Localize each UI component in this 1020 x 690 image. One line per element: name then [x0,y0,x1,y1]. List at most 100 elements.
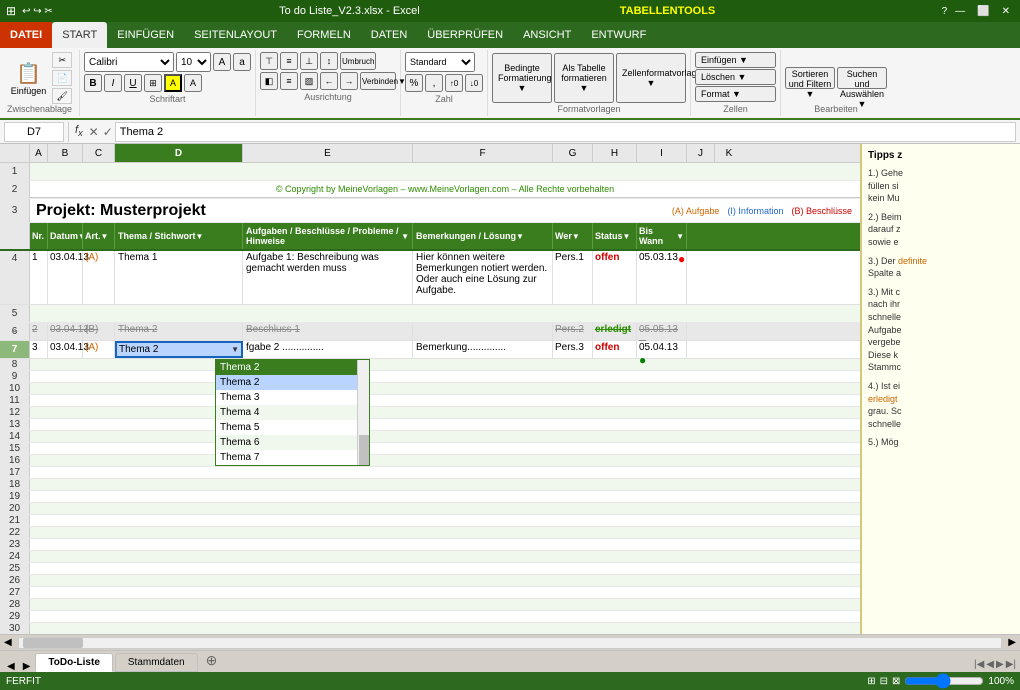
row-num-3: 3 [0,199,30,222]
text-direction-button[interactable]: ↕ [320,52,338,70]
decimal-increase-button[interactable]: ↑0 [445,74,463,92]
empty-rows: 8 9 10 11 12 13 14 15 16 17 18 19 20 21 … [0,359,860,634]
indent-left-button[interactable]: ← [320,72,338,90]
col-header-b[interactable]: B [48,144,83,162]
sheet-scroll-left[interactable]: ◀ [4,661,18,672]
decimal-decrease-button[interactable]: ↓0 [465,74,483,92]
tab-ueberpruefen[interactable]: ÜBERPRÜFEN [417,22,513,48]
tab-entwurf[interactable]: ENTWURF [581,22,656,48]
scroll-left-icon[interactable]: ◀ [0,637,16,648]
einfuegen-button[interactable]: 📋 Einfügen [7,59,51,98]
dropdown-item-thema3[interactable]: Thema 3 [216,390,369,405]
cell-reference-input[interactable] [4,122,64,142]
align-center-button[interactable]: ≡ [280,72,298,90]
align-right-button[interactable]: ▨ [300,72,318,90]
dropdown-item-thema2a[interactable]: Thema 2 [216,360,369,375]
font-selector[interactable]: Calibri [84,52,174,72]
close-button[interactable]: ✕ [998,6,1014,17]
add-sheet-button[interactable]: ⊕ [200,649,224,672]
group-ausrichtung: ⊤ ≡ ⊥ ↕ Umbruch ◧ ≡ ▨ ← → Verbinden▼ Aus… [256,50,401,116]
col-header-c[interactable]: C [83,144,115,162]
italic-button[interactable]: I [104,74,122,92]
tab-seitenlayout[interactable]: SEITENLAYOUT [184,22,287,48]
view-break-icon[interactable]: ⊠ [892,676,900,687]
einfuegen-zellen-button[interactable]: Einfügen ▼ [695,52,776,68]
minimize-button[interactable]: — [951,6,969,17]
view-layout-icon[interactable]: ⊟ [880,676,888,687]
align-bottom-button[interactable]: ⊥ [300,52,318,70]
border-button[interactable]: ⊞ [144,74,162,92]
th-wer: Wer ▼ [553,223,593,249]
maximize-button[interactable]: ⬜ [973,6,993,17]
tab-formeln[interactable]: FORMELN [287,22,361,48]
increase-font-button[interactable]: A [213,53,231,71]
formula-input[interactable] [115,122,1016,142]
wrap-text-button[interactable]: Umbruch [340,52,376,70]
confirm-formula-icon[interactable]: ✓ [103,125,113,139]
dropdown-item-thema4[interactable]: Thema 4 [216,405,369,420]
col-header-d[interactable]: D [115,144,243,162]
th-status: Status ▼ [593,223,637,249]
ribbon-body: 📋 Einfügen ✂ 📄 🖌 Zwischenablage Calibri … [0,48,1020,120]
function-icon: fx [75,124,83,138]
cancel-formula-icon[interactable]: ✕ [89,125,99,139]
sheet-scroll-right[interactable]: ▶ [20,661,34,672]
align-left-button[interactable]: ◧ [260,72,278,90]
indent-right-button[interactable]: → [340,72,358,90]
corner-cell [0,144,30,162]
col-header-f[interactable]: F [413,144,553,162]
tab-datei[interactable]: DATEI [0,22,52,48]
decrease-font-button[interactable]: a [233,53,251,71]
dropdown-item-thema2b[interactable]: Thema 2 [216,375,369,390]
dropdown-arrow-icon[interactable]: ▼ [231,345,239,354]
col-header-j[interactable]: J [687,144,715,162]
bedingte-formatierung-button[interactable]: Bedingte Formatierung ▼ [492,53,552,103]
dropdown-item-thema7[interactable]: Thema 7 [216,450,369,465]
tab-daten[interactable]: DATEN [361,22,417,48]
dropdown-item-thema5[interactable]: Thema 5 [216,420,369,435]
als-tabelle-button[interactable]: Als Tabelle formatieren ▼ [554,53,614,103]
kopieren-button[interactable]: 📄 [52,70,72,86]
dropdown-item-thema6[interactable]: Thema 6 [216,435,369,450]
merge-button[interactable]: Verbinden▼ [360,72,396,90]
cell-d7-selected[interactable]: Thema 2 ▼ [115,341,243,358]
align-middle-button[interactable]: ≡ [280,52,298,70]
dropdown-scrollbar[interactable] [357,360,369,465]
sortieren-filtern-button[interactable]: Sortieren und Filtern ▼ [785,67,835,89]
scroll-right-icon[interactable]: ▶ [1004,637,1020,648]
font-color-button[interactable]: A [184,74,202,92]
thousands-button[interactable]: , [425,74,443,92]
percent-button[interactable]: % [405,74,423,92]
loeschen-button[interactable]: Löschen ▼ [695,69,776,85]
col-header-i[interactable]: I [637,144,687,162]
tab-einfuegen[interactable]: EINFÜGEN [107,22,184,48]
legend-i: (I) Information [727,206,783,216]
horizontal-scrollbar[interactable]: ◀ ▶ [0,634,1020,650]
view-normal-icon[interactable]: ⊞ [867,676,875,687]
fill-color-button[interactable]: A [164,74,182,92]
col-header-k[interactable]: K [715,144,743,162]
ausschneiden-button[interactable]: ✂ [52,52,72,68]
tab-todo-liste[interactable]: ToDo-Liste [35,653,112,672]
col-header-g[interactable]: G [553,144,593,162]
legend-b: (B) Beschlüsse [791,206,852,216]
zellenformatvorlagen-button[interactable]: Zellenformatvorlagen ▼ [616,53,686,103]
tab-ansicht[interactable]: ANSICHT [513,22,581,48]
suchen-auswaehlen-button[interactable]: Suchen und Auswählen ▼ [837,67,887,89]
col-header-a[interactable]: A [30,144,48,162]
bold-button[interactable]: B [84,74,102,92]
tab-start[interactable]: START [52,22,107,48]
format-kopieren-button[interactable]: 🖌 [52,88,72,104]
help-button[interactable]: ? [942,6,948,17]
font-size-selector[interactable]: 10 [176,52,211,72]
th-thema: Thema / Stichwort ▼ [115,223,243,249]
number-format-selector[interactable]: Standard [405,52,475,72]
format-button[interactable]: Format ▼ [695,86,776,102]
col-header-e[interactable]: E [243,144,413,162]
tab-stammdaten[interactable]: Stammdaten [115,653,198,672]
zoom-slider[interactable] [904,676,984,686]
underline-button[interactable]: U [124,74,142,92]
dropdown-list[interactable]: Thema 2 Thema 2 Thema 3 Thema 4 Thema 5 … [215,359,370,466]
align-top-button[interactable]: ⊤ [260,52,278,70]
col-header-h[interactable]: H [593,144,637,162]
